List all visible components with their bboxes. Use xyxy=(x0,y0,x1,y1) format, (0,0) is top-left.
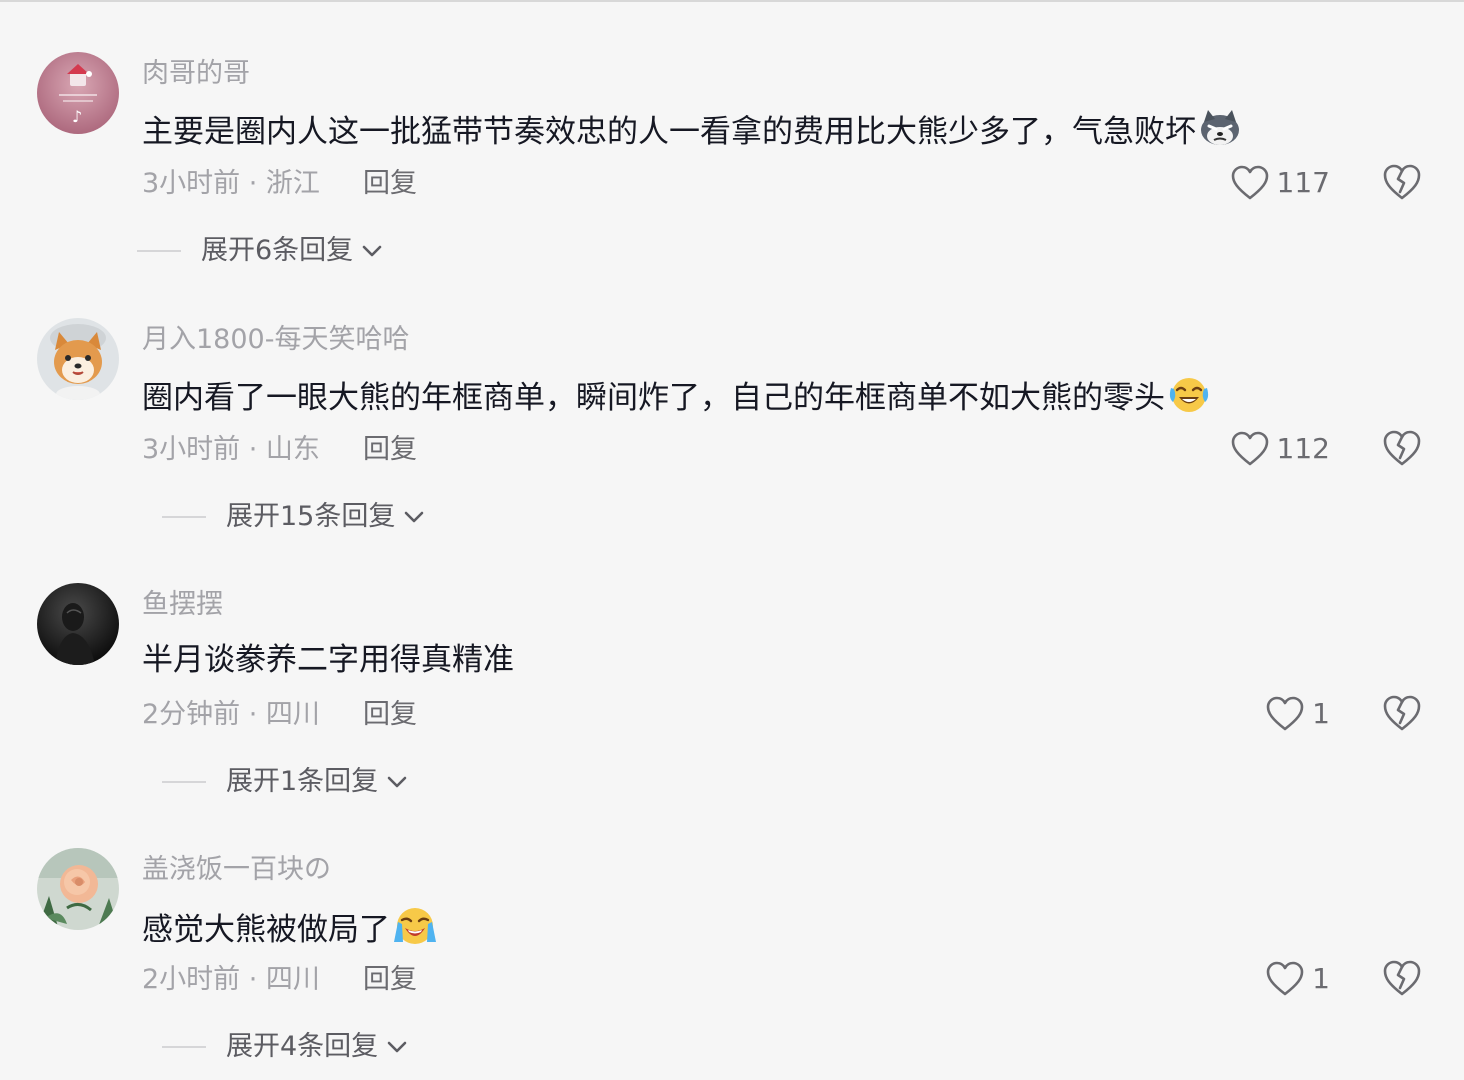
comment-text-content: 主要是圈内人这一批猛带节奏效忠的人一看拿的费用比大熊少多了，气急败坏 xyxy=(142,114,1196,150)
loudly-crying-emoji-icon xyxy=(392,904,438,957)
comment-meta: 3小时前 · 山东 回复 xyxy=(142,433,417,467)
time-location: 2小时前 · 四川 xyxy=(142,964,320,995)
comment-text: 圈内看了一眼大熊的年框商单，瞬间炸了，自己的年框商单不如大熊的零头 xyxy=(142,374,1211,425)
comment-meta: 3小时前 · 浙江 回复 xyxy=(142,167,417,201)
username[interactable]: 肉哥的哥 xyxy=(142,57,250,91)
expand-replies-label: 展开15条回复 xyxy=(226,501,396,532)
like-count: 1 xyxy=(1312,697,1330,730)
comment-text: 感觉大熊被做局了 xyxy=(142,904,438,957)
heart-outline-icon xyxy=(1266,961,1304,996)
time-location: 2分钟前 · 四川 xyxy=(142,699,320,730)
comment-item: ♪ 肉哥的哥 主要是圈内人这一批猛带节奏效忠的人一看拿的费用比大熊少多了，气急败… xyxy=(0,0,1464,266)
username[interactable]: 盖浇饭一百块の xyxy=(142,853,331,887)
comment-meta: 2小时前 · 四川 回复 xyxy=(142,963,417,997)
comment-meta: 2分钟前 · 四川 回复 xyxy=(142,698,417,732)
chevron-down-icon xyxy=(362,245,382,257)
shiba-dog-avatar-icon xyxy=(37,318,119,400)
expand-replies-label: 展开6条回复 xyxy=(201,235,354,266)
dislike-button[interactable] xyxy=(1382,958,1422,998)
avatar[interactable]: ♪ xyxy=(37,52,119,134)
time-location: 3小时前 · 山东 xyxy=(142,434,320,465)
time-location: 3小时前 · 浙江 xyxy=(142,168,320,199)
comment-text-content: 感觉大熊被做局了 xyxy=(142,912,390,948)
like-button[interactable]: 1 xyxy=(1266,691,1330,737)
like-count: 117 xyxy=(1276,166,1330,199)
reply-button[interactable]: 回复 xyxy=(363,698,417,732)
broken-heart-icon xyxy=(1383,430,1421,466)
dog-face-emoji-icon xyxy=(1198,108,1242,159)
like-button[interactable]: 117 xyxy=(1231,160,1330,206)
expand-divider xyxy=(162,516,206,518)
comment-text: 主要是圈内人这一批猛带节奏效忠的人一看拿的费用比大熊少多了，气急败坏 xyxy=(142,108,1242,159)
chevron-down-icon xyxy=(405,511,424,523)
dislike-button[interactable] xyxy=(1382,693,1422,733)
avatar[interactable] xyxy=(37,318,119,400)
svg-text:♪: ♪ xyxy=(72,107,82,126)
expand-replies-button[interactable]: 展开6条回复 xyxy=(137,234,385,268)
reply-button[interactable]: 回复 xyxy=(363,963,417,997)
heart-outline-icon xyxy=(1231,431,1268,466)
crying-laughing-emoji-icon xyxy=(1167,374,1211,425)
rose-flower-avatar-icon xyxy=(37,848,119,930)
username[interactable]: 月入1800-每天笑哈哈 xyxy=(142,323,409,357)
comment-item: 月入1800-每天笑哈哈 圈内看了一眼大熊的年框商单，瞬间炸了，自己的年框商单不… xyxy=(0,266,1464,532)
expand-divider xyxy=(162,1046,206,1048)
expand-divider xyxy=(162,781,206,783)
expand-replies-label: 展开4条回复 xyxy=(226,1031,379,1062)
reply-button[interactable]: 回复 xyxy=(363,433,417,467)
comment-item: 盖浇饭一百块の 感觉大熊被做局了 2小时前 · 四川 回复 1 展开4条回复 xyxy=(0,796,1464,1062)
comment-item: 鱼摆摆 半月谈豢养二字用得真精准 2分钟前 · 四川 回复 1 展开1条回复 xyxy=(0,531,1464,797)
dark-silhouette-avatar-icon xyxy=(37,583,119,665)
like-button[interactable]: 112 xyxy=(1231,426,1330,472)
comment-list: ♪ 肉哥的哥 主要是圈内人这一批猛带节奏效忠的人一看拿的费用比大熊少多了，气急败… xyxy=(0,0,1464,1080)
comment-text-content: 圈内看了一眼大熊的年框商单，瞬间炸了，自己的年框商单不如大熊的零头 xyxy=(142,380,1165,416)
dislike-button[interactable] xyxy=(1382,162,1422,202)
heart-outline-icon xyxy=(1266,696,1304,731)
expand-replies-button[interactable]: 展开4条回复 xyxy=(162,1030,410,1064)
comment-text: 半月谈豢养二字用得真精准 xyxy=(142,639,514,681)
heart-outline-icon xyxy=(1231,165,1268,200)
like-count: 1 xyxy=(1312,962,1330,995)
broken-heart-icon xyxy=(1383,695,1421,731)
broken-heart-icon xyxy=(1383,960,1421,996)
pink-logo-avatar-icon: ♪ xyxy=(37,52,119,134)
expand-replies-button[interactable]: 展开1条回复 xyxy=(162,765,410,799)
broken-heart-icon xyxy=(1383,164,1421,200)
dislike-button[interactable] xyxy=(1382,428,1422,468)
like-button[interactable]: 1 xyxy=(1266,956,1330,1002)
avatar[interactable] xyxy=(37,848,119,930)
chevron-down-icon xyxy=(387,1041,407,1053)
expand-replies-button[interactable]: 展开15条回复 xyxy=(162,500,427,534)
avatar[interactable] xyxy=(37,583,119,665)
expand-divider xyxy=(137,250,181,252)
expand-replies-label: 展开1条回复 xyxy=(226,766,379,797)
like-count: 112 xyxy=(1276,432,1330,465)
username[interactable]: 鱼摆摆 xyxy=(142,588,223,622)
comment-text-content: 半月谈豢养二字用得真精准 xyxy=(142,642,514,678)
reply-button[interactable]: 回复 xyxy=(363,167,417,201)
chevron-down-icon xyxy=(387,776,407,788)
